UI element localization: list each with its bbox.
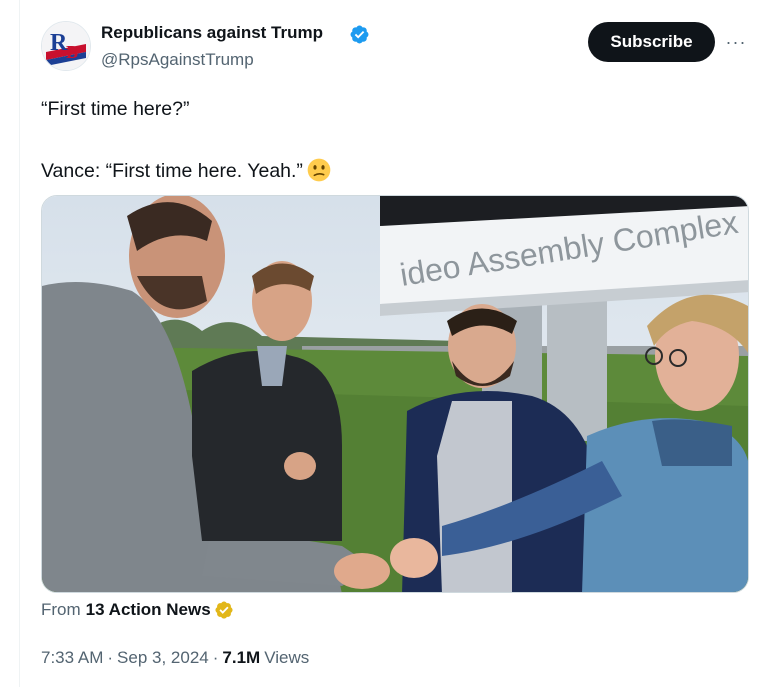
subscribe-button[interactable]: Subscribe (588, 22, 715, 62)
views-label: Views (264, 648, 310, 667)
tweet-date-link[interactable]: Sep 3, 2024 (117, 648, 209, 668)
tweet-metadata: 7:33 AM · Sep 3, 2024 · 7.1M Views (41, 648, 309, 668)
tweet-line-1: “First time here?” (41, 98, 190, 120)
author-name[interactable]: Republicans against Trump (101, 23, 323, 43)
timeline-border (19, 0, 20, 687)
separator: · (212, 648, 219, 667)
views-count[interactable]: 7.1M (222, 648, 260, 668)
video-thumbnail[interactable]: ideo Assembly Complex (41, 195, 749, 593)
media-source: From 13 Action News (41, 600, 234, 620)
source-prefix: From (41, 600, 81, 619)
verified-badge-icon[interactable] (349, 24, 370, 45)
video-scene: ideo Assembly Complex (42, 196, 748, 592)
separator: · (107, 648, 114, 667)
source-name-link[interactable]: 13 Action News (86, 600, 211, 620)
more-options-icon[interactable]: ··· (724, 30, 748, 54)
tweet-line-2-text: Vance: “First time here. Yeah.” (41, 160, 303, 182)
svg-text:B: B (66, 42, 78, 62)
avatar[interactable]: R B (41, 21, 91, 71)
tweet-line-2: Vance: “First time here. Yeah.” (41, 156, 741, 187)
author-handle[interactable]: @RpsAgainstTrump (101, 50, 254, 70)
confused-face-emoji-icon (307, 158, 331, 182)
gold-verified-badge-icon[interactable] (214, 600, 234, 620)
tweet-time-link[interactable]: 7:33 AM (41, 648, 103, 668)
tweet-text: “First time here?” Vance: “First time he… (41, 94, 741, 187)
avatar-logo-icon: R B (42, 22, 90, 70)
